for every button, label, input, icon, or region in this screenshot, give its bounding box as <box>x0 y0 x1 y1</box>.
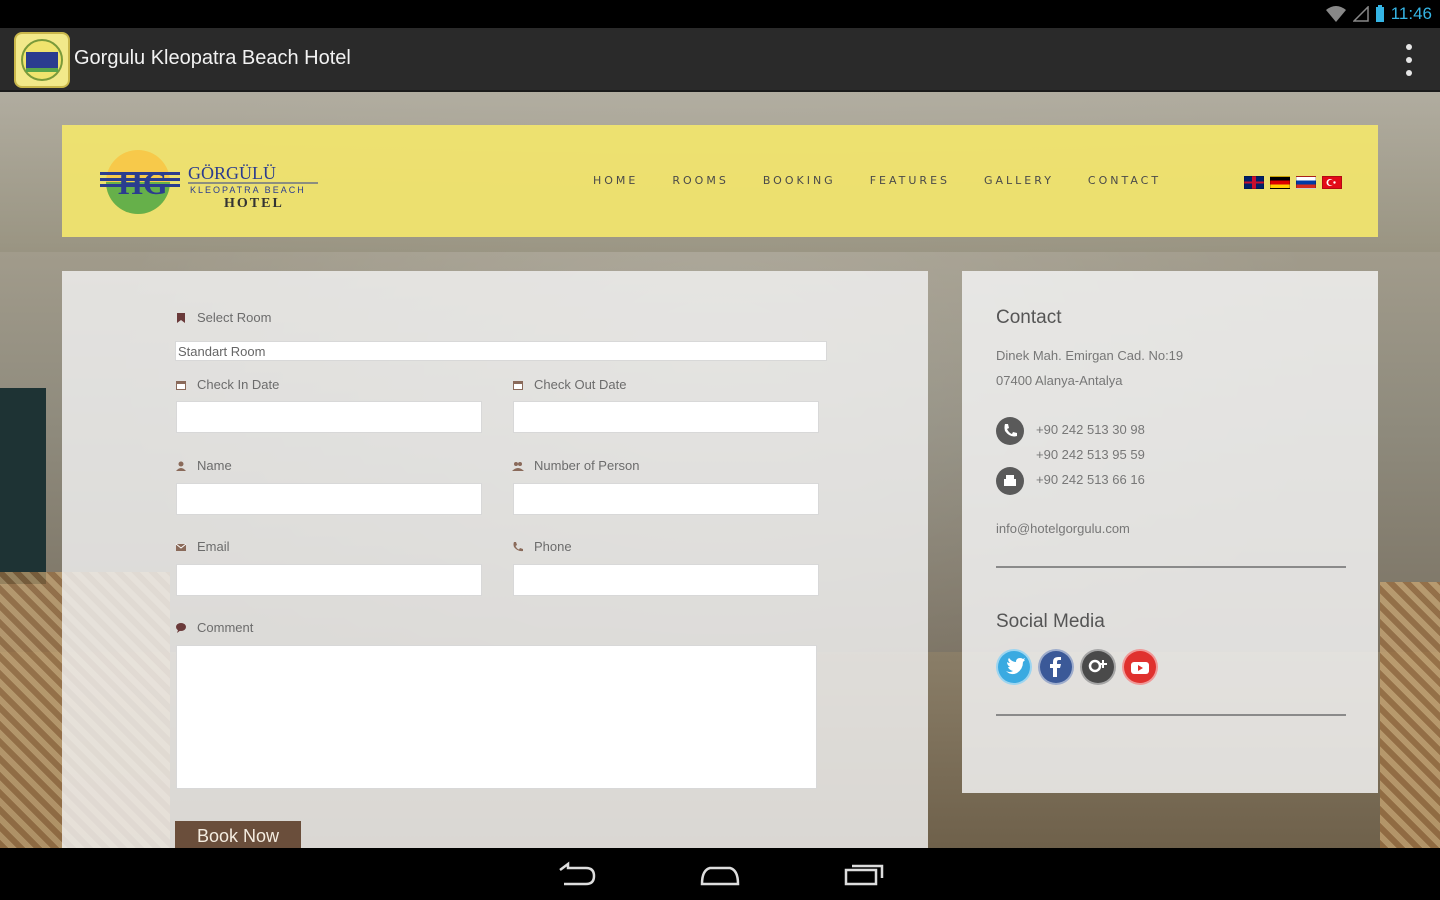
hotel-logo[interactable]: HG GÖRGÜLÜ KLEOPATRA BEACH HOTEL <box>96 147 326 217</box>
social-media-title: Social Media <box>996 611 1105 632</box>
site-header: HG GÖRGÜLÜ KLEOPATRA BEACH HOTEL HOME RO… <box>62 125 1378 237</box>
address-line-1: Dinek Mah. Emirgan Cad. No:19 <box>996 348 1184 363</box>
select-room-label: Select Room <box>175 310 271 325</box>
check-out-date-input[interactable] <box>513 401 819 433</box>
home-icon[interactable] <box>698 860 742 888</box>
email-input[interactable] <box>176 564 482 596</box>
email-label: Email <box>175 539 230 554</box>
phone-number-2[interactable]: +90 242 513 95 59 <box>1036 447 1145 462</box>
signal-icon <box>1352 6 1369 22</box>
google-plus-icon[interactable] <box>1080 649 1116 685</box>
name-label: Name <box>175 458 232 473</box>
bookmark-icon <box>177 312 185 323</box>
booking-form: Select Room Standart Room Check In Date … <box>62 271 928 848</box>
comment-label: Comment <box>175 620 253 635</box>
address-line-2: 07400 Alanya-Antalya <box>996 373 1123 388</box>
german-flag-icon[interactable] <box>1270 176 1290 189</box>
nav-booking[interactable]: BOOKING <box>763 174 836 187</box>
background-chair <box>1380 582 1440 848</box>
status-icons: 11:46 <box>1325 4 1432 24</box>
overflow-menu-icon[interactable] <box>1404 44 1414 76</box>
room-select[interactable]: Standart Room <box>175 341 827 361</box>
nav-features[interactable]: FEATURES <box>870 174 950 187</box>
comment-textarea[interactable] <box>176 645 817 789</box>
app-title: Gorgulu Kleopatra Beach Hotel <box>74 47 351 69</box>
calendar-icon <box>176 380 186 390</box>
logo-sub: KLEOPATRA BEACH <box>190 185 306 195</box>
status-bar: 11:46 <box>0 0 1440 28</box>
nav-contact[interactable]: CONTACT <box>1088 174 1161 187</box>
recents-icon[interactable] <box>842 860 886 888</box>
phone-icon <box>513 541 523 551</box>
check-out-label: Check Out Date <box>512 377 627 392</box>
status-time: 11:46 <box>1390 4 1432 23</box>
nav-rooms[interactable]: ROOMS <box>672 174 728 187</box>
back-icon[interactable] <box>554 860 598 888</box>
twitter-icon[interactable] <box>996 649 1032 685</box>
user-icon <box>176 461 186 471</box>
nav-home[interactable]: HOME <box>593 174 638 187</box>
language-flags <box>1244 176 1342 189</box>
fax-icon <box>996 467 1024 495</box>
book-now-button[interactable]: Book Now <box>175 821 301 848</box>
check-in-date-input[interactable] <box>176 401 482 433</box>
action-bar: Gorgulu Kleopatra Beach Hotel <box>0 28 1440 92</box>
contact-panel: Contact Dinek Mah. Emirgan Cad. No:19 07… <box>962 271 1378 793</box>
phone-input[interactable] <box>513 564 819 596</box>
wifi-icon <box>1325 6 1346 22</box>
divider <box>996 714 1346 716</box>
logo-brand: GÖRGÜLÜ <box>188 163 276 183</box>
phone-number-1[interactable]: +90 242 513 30 98 <box>1036 422 1145 437</box>
turkish-flag-icon[interactable] <box>1322 176 1342 189</box>
phone-icon <box>996 417 1024 445</box>
nav-gallery[interactable]: GALLERY <box>984 174 1054 187</box>
name-input[interactable] <box>176 483 482 515</box>
contact-email[interactable]: info@hotelgorgulu.com <box>996 521 1130 536</box>
check-in-label: Check In Date <box>175 377 279 392</box>
number-of-person-input[interactable] <box>513 483 819 515</box>
logo-mark: HG <box>118 165 168 201</box>
users-icon <box>512 461 524 471</box>
fax-number: +90 242 513 66 16 <box>1036 472 1145 487</box>
comment-icon <box>176 622 186 633</box>
russian-flag-icon[interactable] <box>1296 176 1316 189</box>
hotel-logo-icon <box>21 39 63 81</box>
logo-hotel: HOTEL <box>224 196 284 211</box>
background-painting <box>0 388 46 584</box>
main-nav: HOME ROOMS BOOKING FEATURES GALLERY CONT… <box>593 174 1195 187</box>
uk-flag-icon[interactable] <box>1244 176 1264 189</box>
web-content: HG GÖRGÜLÜ KLEOPATRA BEACH HOTEL HOME RO… <box>0 92 1440 848</box>
phone-label: Phone <box>512 539 572 554</box>
youtube-icon[interactable] <box>1122 649 1158 685</box>
persons-label: Number of Person <box>512 458 640 473</box>
divider <box>996 566 1346 568</box>
app-icon[interactable] <box>14 32 70 88</box>
facebook-icon[interactable] <box>1038 649 1074 685</box>
envelope-icon <box>175 543 187 551</box>
system-nav-bar <box>0 848 1440 900</box>
calendar-icon <box>513 380 523 390</box>
battery-icon <box>1375 5 1384 22</box>
contact-title: Contact <box>996 307 1062 328</box>
